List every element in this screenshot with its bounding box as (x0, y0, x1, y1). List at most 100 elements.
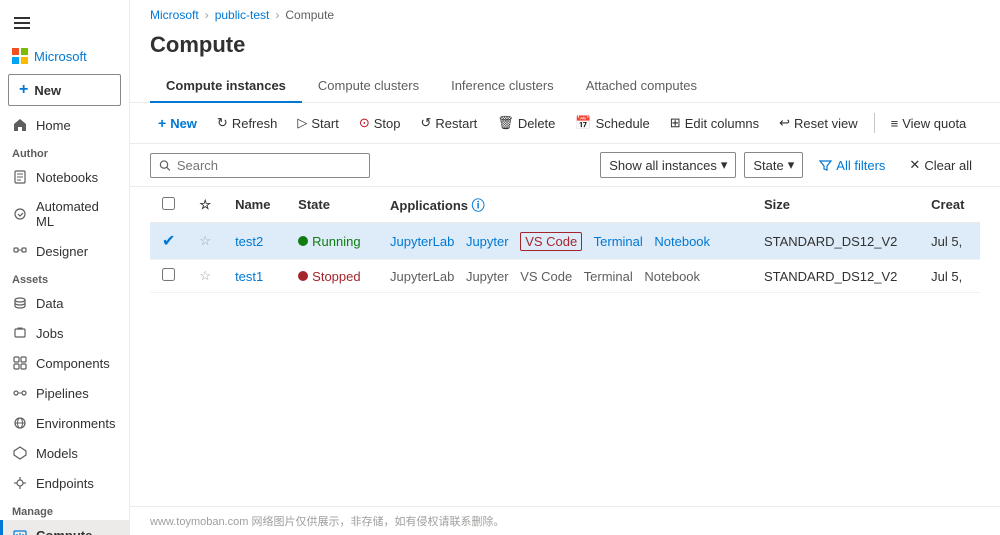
quota-icon: ≡ (891, 116, 899, 131)
sidebar-item-jobs[interactable]: Jobs (0, 318, 129, 348)
row-star-2[interactable]: ☆ (187, 260, 223, 293)
show-instances-dropdown[interactable]: Show all instances ▾ (600, 152, 736, 178)
reset-view-icon: ↩ (779, 115, 790, 131)
row-checkbox-2[interactable] (150, 260, 187, 293)
jupyterlab-text-2: JupyterLab (390, 269, 454, 284)
assets-section-label: Assets (0, 266, 129, 288)
search-box[interactable] (150, 153, 370, 178)
sidebar-item-designer[interactable]: Designer (0, 236, 129, 266)
stop-button[interactable]: ⊙ Stop (351, 111, 409, 135)
restart-button[interactable]: ↺ Restart (412, 111, 485, 135)
sidebar-item-endpoints[interactable]: Endpoints (0, 468, 129, 498)
breadcrumb-current: Compute (285, 8, 334, 22)
compute-icon (12, 527, 28, 535)
row-check-2[interactable] (162, 268, 175, 281)
notebook-link-1[interactable]: Notebook (654, 234, 710, 249)
running-dot (298, 236, 308, 246)
sidebar-microsoft[interactable]: Microsoft (0, 42, 129, 70)
breadcrumb-microsoft[interactable]: Microsoft (150, 8, 199, 22)
page-title: Compute (130, 30, 1000, 70)
stopped-dot (298, 271, 308, 281)
table-container: ☆ Name State Applications ⓘ Size Creat ✔ (130, 187, 1000, 506)
checkmark-icon: ✔ (162, 233, 175, 250)
jupyterlab-link-1[interactable]: JupyterLab (390, 234, 454, 249)
refresh-button[interactable]: ↻ Refresh (209, 111, 285, 135)
sidebar-item-home[interactable]: Home (0, 110, 129, 140)
th-size: Size (752, 187, 919, 223)
row-size-2: STANDARD_DS12_V2 (752, 260, 919, 293)
schedule-label: Schedule (596, 116, 650, 131)
row-size-1: STANDARD_DS12_V2 (752, 223, 919, 260)
sidebar-home-label: Home (36, 118, 71, 133)
state-label: State (753, 158, 783, 173)
edit-columns-label: Edit columns (685, 116, 759, 131)
sidebar-automated-ml-label: Automated ML (36, 199, 117, 229)
automated-ml-icon (12, 206, 28, 222)
sidebar-item-environments[interactable]: Environments (0, 408, 129, 438)
terminal-link-1[interactable]: Terminal (594, 234, 643, 249)
sidebar-item-compute[interactable]: Compute (0, 520, 129, 535)
row-checkbox-1[interactable]: ✔ (150, 223, 187, 260)
tab-compute-clusters[interactable]: Compute clusters (302, 70, 435, 103)
sidebar-item-models[interactable]: Models (0, 438, 129, 468)
info-icon[interactable]: ⓘ (472, 198, 485, 213)
jobs-icon (12, 325, 28, 341)
restart-label: Restart (435, 116, 477, 131)
sidebar-item-components[interactable]: Components (0, 348, 129, 378)
reset-view-button[interactable]: ↩ Reset view (771, 111, 865, 135)
sidebar-item-automated-ml[interactable]: Automated ML (0, 192, 129, 236)
row-apps-2: JupyterLab Jupyter VS Code Terminal Note… (378, 260, 752, 293)
th-state: State (286, 187, 378, 223)
breadcrumb-public-test[interactable]: public-test (215, 8, 270, 22)
stop-label: Stop (374, 116, 401, 131)
new-button[interactable]: + New (150, 111, 205, 135)
plus-icon: + (158, 115, 166, 131)
show-instances-label: Show all instances (609, 158, 717, 173)
start-label: Start (311, 116, 338, 131)
stop-icon: ⊙ (359, 115, 370, 131)
notebooks-icon (12, 169, 28, 185)
schedule-button[interactable]: 📅 Schedule (567, 111, 657, 135)
row-apps-1: JupyterLab Jupyter VS Code Terminal Note… (378, 223, 752, 260)
row-name-link-2[interactable]: test1 (235, 269, 263, 284)
state-dropdown[interactable]: State ▾ (744, 152, 803, 178)
row-created-1: Jul 5, (919, 223, 980, 260)
sidebar-microsoft-label: Microsoft (34, 49, 87, 64)
breadcrumb-sep-1: › (205, 8, 209, 22)
select-all-checkbox[interactable] (162, 197, 175, 210)
row-star-1[interactable]: ☆ (187, 223, 223, 260)
th-applications: Applications ⓘ (378, 187, 752, 223)
tab-inference-clusters[interactable]: Inference clusters (435, 70, 570, 103)
edit-columns-button[interactable]: ⊞ Edit columns (662, 111, 767, 135)
jupyter-link-1[interactable]: Jupyter (466, 234, 509, 249)
vscode-link-1[interactable]: VS Code (520, 232, 582, 251)
sidebar-item-pipelines[interactable]: Pipelines (0, 378, 129, 408)
environments-icon (12, 415, 28, 431)
tab-attached-computes[interactable]: Attached computes (570, 70, 713, 103)
models-icon (12, 445, 28, 461)
edit-columns-icon: ⊞ (670, 115, 681, 131)
running-label: Running (312, 234, 360, 249)
running-status: Running (298, 234, 366, 249)
delete-button[interactable]: 🗑 Delete (489, 111, 563, 135)
toolbar: + New ↻ Refresh ▷ Start ⊙ Stop ↺ Restart… (130, 103, 1000, 144)
all-filters-button[interactable]: All filters (811, 154, 893, 177)
row-name-link-1[interactable]: test2 (235, 234, 263, 249)
sidebar-new-label: New (34, 83, 61, 98)
sidebar-item-notebooks[interactable]: Notebooks (0, 162, 129, 192)
search-input[interactable] (177, 158, 361, 173)
applications-label: Applications (390, 198, 468, 213)
clear-all-button[interactable]: ✕ Clear all (901, 153, 980, 177)
start-button[interactable]: ▷ Start (289, 111, 346, 135)
home-icon (12, 117, 28, 133)
terminal-text-2: Terminal (584, 269, 633, 284)
data-icon (12, 295, 28, 311)
notebook-text-2: Notebook (644, 269, 700, 284)
tab-compute-instances[interactable]: Compute instances (150, 70, 302, 103)
hamburger-icon[interactable] (0, 4, 129, 42)
sidebar-new-button[interactable]: + New (8, 74, 121, 106)
sidebar-item-data[interactable]: Data (0, 288, 129, 318)
view-quota-button[interactable]: ≡ View quota (883, 112, 975, 135)
row-state-2: Stopped (286, 260, 378, 293)
state-chevron-icon: ▾ (788, 157, 795, 173)
